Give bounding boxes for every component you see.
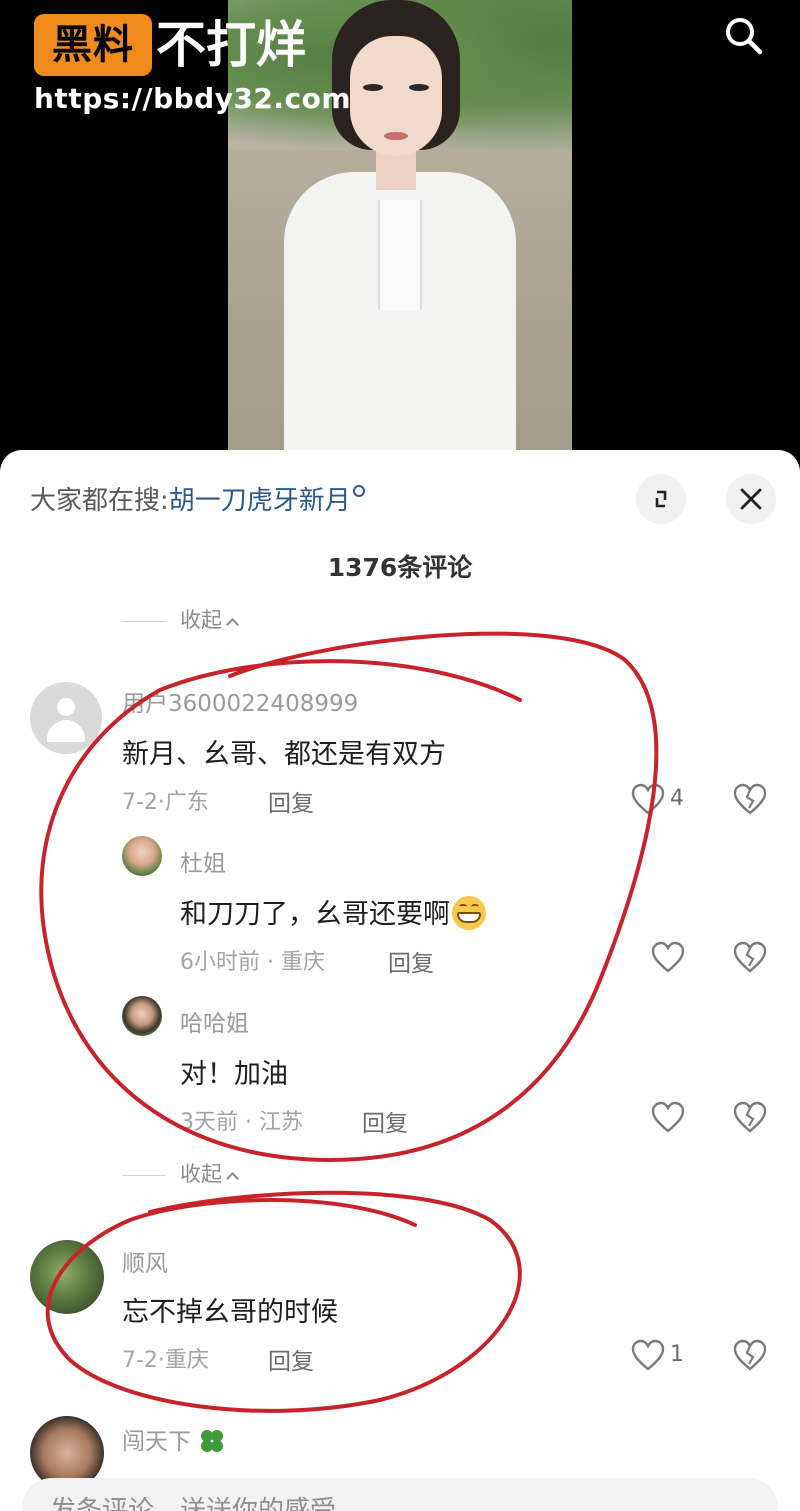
collapse-label: 收起 (180, 1162, 222, 1186)
comment-username[interactable]: 用户3600022408999 (122, 684, 358, 718)
comment-username-text: 闯天下 (122, 1429, 191, 1455)
small-search-icon (352, 485, 365, 497)
comment-text-content: 和刀刀了，幺哥还要啊 (180, 899, 450, 930)
like-count: 4 (670, 786, 684, 811)
watermark-url: https://bbdy32.com (34, 82, 352, 115)
comment-meta: 7-2·广东 (122, 790, 209, 815)
clover-emoji (201, 1429, 223, 1452)
reply-button[interactable]: 回复 (268, 784, 314, 818)
chevron-up-icon (226, 1172, 239, 1185)
collapse-label: 收起 (180, 608, 222, 632)
comment-input[interactable]: 发条评论，送送你的感受 (22, 1478, 778, 1511)
watermark-badge: 黑料 (34, 14, 152, 76)
broken-heart-icon[interactable] (732, 782, 768, 816)
hot-search-prefix: 大家都在搜: (30, 486, 169, 516)
avatar[interactable] (122, 836, 162, 876)
reply-button[interactable]: 回复 (362, 1104, 408, 1138)
comment-username[interactable]: 哈哈姐 (180, 1004, 249, 1038)
watermark-text: 不打烊 (156, 16, 306, 74)
hot-search-bar[interactable]: 大家都在搜:胡一刀虎牙新月 (30, 480, 365, 517)
divider (122, 620, 166, 622)
search-icon (726, 18, 763, 55)
avatar[interactable] (30, 1240, 104, 1314)
search-button[interactable] (720, 14, 768, 58)
avatar[interactable] (122, 996, 162, 1036)
comment-count: 1376条评论 (327, 553, 473, 582)
comment-username[interactable]: 顺风 (122, 1244, 168, 1278)
expand-button[interactable] (636, 474, 686, 524)
broken-heart-icon[interactable] (732, 1100, 768, 1134)
like-count: 1 (670, 1342, 684, 1367)
reply-button[interactable]: 回复 (268, 1342, 314, 1376)
divider (122, 1174, 166, 1176)
comment-sheet: 大家都在搜:胡一刀虎牙新月 1376条评论 收起 用户3600022408999… (0, 450, 800, 1511)
heart-icon[interactable] (650, 1100, 686, 1134)
broken-heart-icon[interactable] (732, 1338, 768, 1372)
hot-search-term[interactable]: 胡一刀虎牙新月 (169, 486, 351, 516)
expand-icon (655, 490, 667, 508)
watermark-logo: 黑料 不打烊 (34, 14, 306, 76)
heart-icon[interactable] (630, 1338, 666, 1372)
heart-icon[interactable] (630, 782, 666, 816)
chevron-up-icon (226, 618, 239, 631)
comment-text: 对！加油 (180, 1059, 288, 1090)
comment-meta: 6小时前 · 重庆 (180, 950, 325, 975)
avatar[interactable] (30, 682, 102, 754)
comment-username[interactable]: 闯天下 (122, 1422, 227, 1458)
comment-text: 新月、幺哥、都还是有双方 (122, 739, 446, 770)
comment-meta: 3天前 · 江苏 (180, 1110, 303, 1135)
broken-heart-icon[interactable] (732, 940, 768, 974)
comment-username[interactable]: 杜姐 (180, 844, 226, 878)
grin-emoji (452, 895, 486, 930)
collapse-replies-button[interactable]: 收起 (122, 604, 239, 634)
close-button[interactable] (726, 474, 776, 524)
comment-text: 和刀刀了，幺哥还要啊 (180, 892, 486, 933)
close-icon (740, 488, 762, 510)
collapse-replies-button[interactable]: 收起 (122, 1158, 239, 1188)
comment-meta: 7-2·重庆 (122, 1348, 209, 1373)
comment-text: 忘不掉幺哥的时候 (122, 1297, 338, 1328)
heart-icon[interactable] (650, 940, 686, 974)
reply-button[interactable]: 回复 (388, 944, 434, 978)
comment-input-placeholder: 发条评论，送送你的感受 (50, 1496, 337, 1511)
